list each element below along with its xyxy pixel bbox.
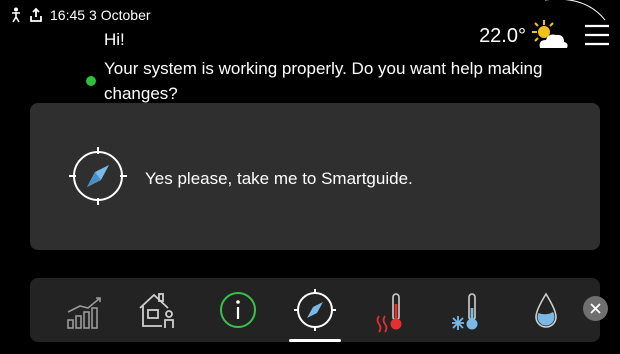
bottom-dock [30, 278, 608, 342]
status-bar: 16:45 3 October [10, 6, 151, 24]
info-icon[interactable] [214, 286, 262, 334]
active-item-indicator [289, 339, 341, 342]
water-drop-icon[interactable] [522, 286, 570, 334]
outdoor-temperature: 22.0° [479, 25, 526, 47]
greeting-text: Hi! [104, 30, 125, 49]
compass-icon [68, 146, 128, 211]
heating-thermometer-icon[interactable] [370, 286, 418, 334]
partly-sunny-icon [528, 18, 570, 57]
statistics-icon[interactable] [62, 286, 110, 334]
status-time: 16:45 [50, 7, 86, 23]
cooling-thermometer-icon[interactable] [444, 286, 492, 334]
person-icon [10, 7, 22, 23]
hamburger-menu-icon[interactable] [584, 24, 610, 51]
close-icon[interactable] [583, 296, 608, 321]
smartguide-label: Yes please, take me to Smartguide. [145, 169, 413, 188]
system-status-indicator [86, 76, 96, 86]
upload-icon [30, 7, 42, 23]
home-person-icon[interactable] [132, 286, 180, 334]
status-date: 3 October [89, 7, 151, 23]
system-status-message: Your system is working properly. Do you … [104, 59, 543, 103]
compass-icon[interactable] [291, 286, 339, 334]
smartguide-button[interactable]: Yes please, take me to Smartguide. [30, 103, 600, 250]
